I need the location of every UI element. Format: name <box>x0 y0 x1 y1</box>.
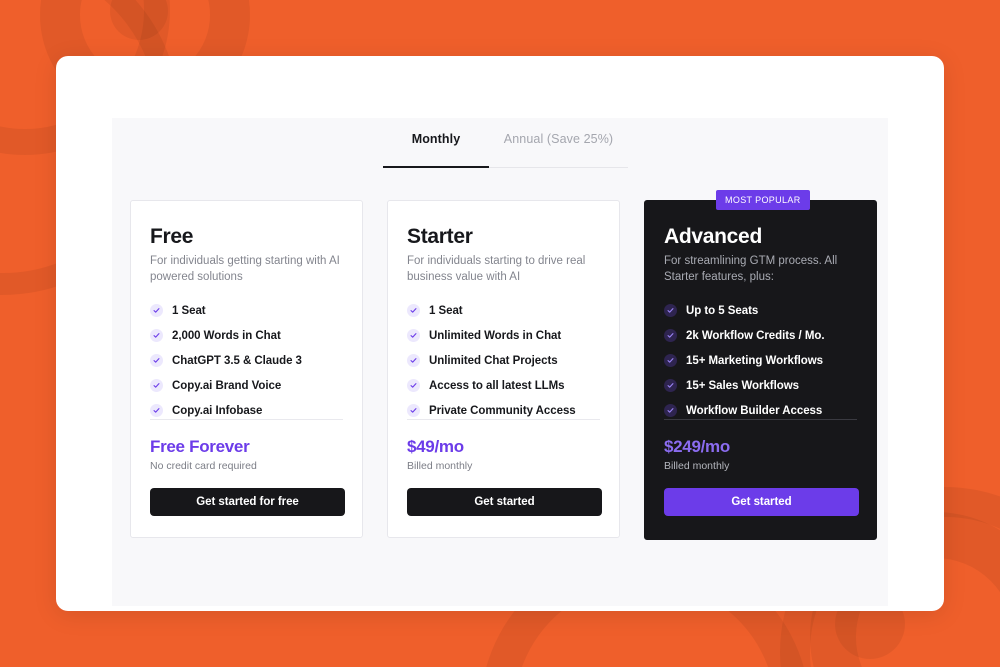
plan-price-note: No credit card required <box>150 460 257 472</box>
plan-price: $249/mo <box>664 437 730 456</box>
feature-item: 15+ Marketing Workflows <box>664 354 857 367</box>
most-popular-badge: MOST POPULAR <box>716 190 810 210</box>
check-circle-icon <box>664 379 677 392</box>
plan-price: $49/mo <box>407 437 464 456</box>
feature-item: Unlimited Chat Projects <box>407 354 600 367</box>
feature-label: Workflow Builder Access <box>686 404 823 417</box>
plan-name: Advanced <box>664 225 762 248</box>
cta-button-free[interactable]: Get started for free <box>150 488 345 516</box>
feature-label: Access to all latest LLMs <box>429 379 565 392</box>
feature-label: ChatGPT 3.5 & Claude 3 <box>172 354 302 367</box>
feature-label: Up to 5 Seats <box>686 304 759 317</box>
feature-label: Private Community Access <box>429 404 576 417</box>
price-block: $49/mo Billed monthly <box>407 437 472 472</box>
check-circle-icon <box>150 354 163 367</box>
check-circle-icon <box>664 304 677 317</box>
plan-price-note: Billed monthly <box>664 460 730 472</box>
feature-item: Workflow Builder Access <box>664 404 857 417</box>
plan-price: Free Forever <box>150 437 250 456</box>
feature-item: Copy.ai Infobase <box>150 404 343 417</box>
card-divider <box>150 419 343 420</box>
pricing-card-advanced: MOST POPULAR Advanced For streamlining G… <box>644 190 877 540</box>
price-block: $249/mo Billed monthly <box>664 437 730 472</box>
feature-item: Copy.ai Brand Voice <box>150 379 343 392</box>
feature-label: Copy.ai Infobase <box>172 404 263 417</box>
cta-button-advanced[interactable]: Get started <box>664 488 859 516</box>
pricing-panel: Monthly Annual (Save 25%) Free For indiv… <box>112 118 888 606</box>
feature-item: 2,000 Words in Chat <box>150 329 343 342</box>
pricing-card-free: Free For individuals getting starting wi… <box>130 200 363 538</box>
tab-monthly[interactable]: Monthly <box>383 132 489 158</box>
plan-name: Starter <box>407 225 473 248</box>
plan-description: For streamlining GTM process. All Starte… <box>664 255 838 283</box>
feature-item: ChatGPT 3.5 & Claude 3 <box>150 354 343 367</box>
check-circle-icon <box>150 304 163 317</box>
feature-label: 15+ Marketing Workflows <box>686 354 823 367</box>
check-circle-icon <box>407 379 420 392</box>
check-circle-icon <box>150 329 163 342</box>
check-circle-icon <box>407 354 420 367</box>
price-block: Free Forever No credit card required <box>150 437 257 472</box>
feature-item: Unlimited Words in Chat <box>407 329 600 342</box>
check-circle-icon <box>407 329 420 342</box>
plan-description: For individuals getting starting with AI… <box>150 255 340 283</box>
feature-item: 2k Workflow Credits / Mo. <box>664 329 857 342</box>
check-circle-icon <box>664 329 677 342</box>
plan-description: For individuals starting to drive real b… <box>407 255 586 283</box>
feature-item: 1 Seat <box>150 304 343 317</box>
feature-label: Copy.ai Brand Voice <box>172 379 282 392</box>
feature-label: Unlimited Chat Projects <box>429 354 558 367</box>
feature-label: Unlimited Words in Chat <box>429 329 562 342</box>
pricing-card-starter: Starter For individuals starting to driv… <box>387 200 620 538</box>
feature-label: 1 Seat <box>172 304 206 317</box>
feature-label: 1 Seat <box>429 304 463 317</box>
card-divider <box>664 419 857 420</box>
tab-annual[interactable]: Annual (Save 25%) <box>489 132 628 158</box>
cta-button-starter[interactable]: Get started <box>407 488 602 516</box>
feature-item: 15+ Sales Workflows <box>664 379 857 392</box>
feature-label: 15+ Sales Workflows <box>686 379 799 392</box>
plan-name: Free <box>150 225 194 248</box>
feature-list: 1 Seat 2,000 Words in Chat ChatGPT 3.5 &… <box>150 304 343 417</box>
check-circle-icon <box>150 379 163 392</box>
check-circle-icon <box>664 404 677 417</box>
feature-list: 1 Seat Unlimited Words in Chat Unlimited… <box>407 304 600 417</box>
check-circle-icon <box>407 304 420 317</box>
tab-active-underline <box>383 166 489 168</box>
billing-period-tabs: Monthly Annual (Save 25%) <box>383 132 628 158</box>
feature-label: 2k Workflow Credits / Mo. <box>686 329 825 342</box>
feature-item: Private Community Access <box>407 404 600 417</box>
check-circle-icon <box>150 404 163 417</box>
pricing-cards: Free For individuals getting starting wi… <box>130 190 877 540</box>
feature-item: Up to 5 Seats <box>664 304 857 317</box>
feature-item: Access to all latest LLMs <box>407 379 600 392</box>
check-circle-icon <box>664 354 677 367</box>
feature-label: 2,000 Words in Chat <box>172 329 281 342</box>
app-window: Monthly Annual (Save 25%) Free For indiv… <box>56 56 944 611</box>
plan-price-note: Billed monthly <box>407 460 473 472</box>
feature-item: 1 Seat <box>407 304 600 317</box>
card-divider <box>407 419 600 420</box>
check-circle-icon <box>407 404 420 417</box>
feature-list: Up to 5 Seats 2k Workflow Credits / Mo. … <box>664 304 857 417</box>
